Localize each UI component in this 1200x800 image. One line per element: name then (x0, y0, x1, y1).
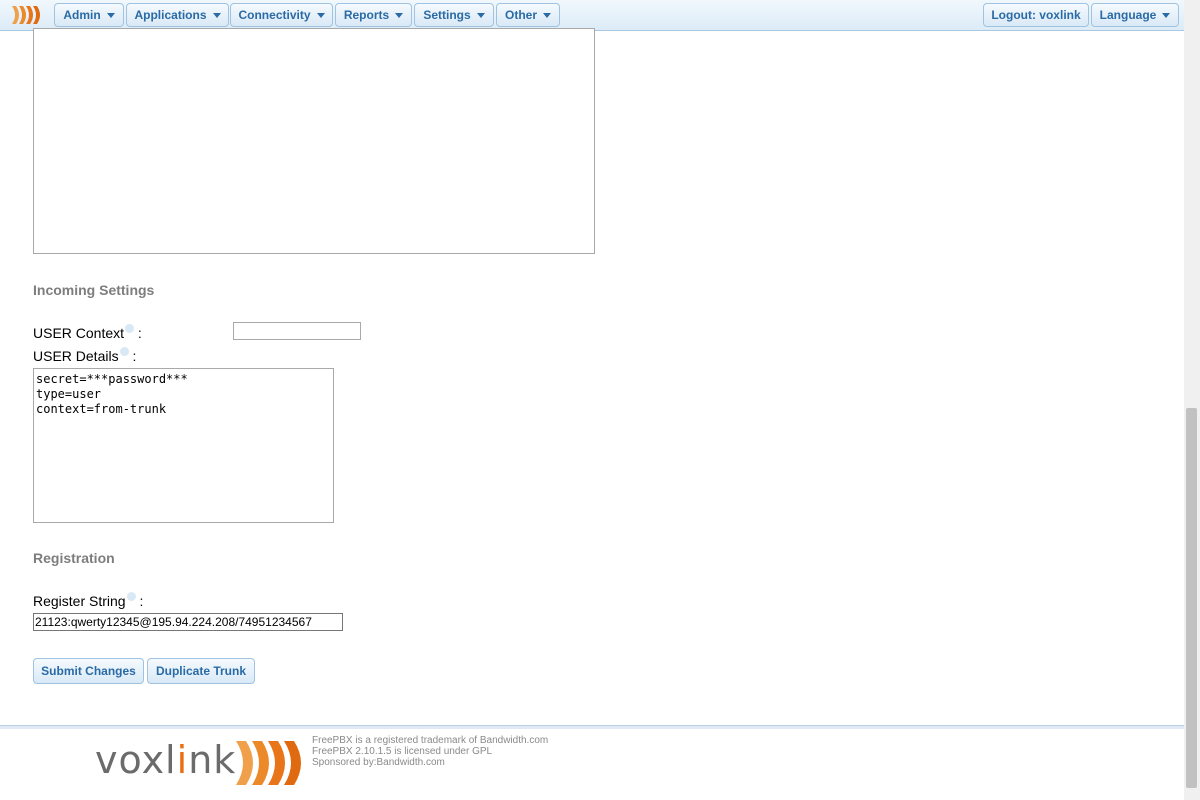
user-context-input[interactable] (233, 322, 361, 340)
chevron-down-icon (1162, 13, 1171, 19)
nav-connectivity-menu[interactable]: Connectivity (230, 3, 333, 27)
user-context-label: USER Context (33, 325, 125, 341)
voxlink-logo-mark-icon (236, 741, 301, 785)
register-string-label-row: Register String : (33, 592, 144, 609)
duplicate-trunk-button[interactable]: Duplicate Trunk (147, 658, 255, 684)
freepbx-logo-icon[interactable] (10, 4, 44, 26)
top-nav-bar: Admin Applications Connectivity Reports … (0, 0, 1184, 31)
language-label: Language (1099, 8, 1157, 22)
nav-applications-menu[interactable]: Applications (126, 3, 229, 27)
registration-heading: Registration (33, 550, 115, 566)
help-icon[interactable] (119, 347, 129, 356)
user-details-label-row: USER Details : (33, 347, 137, 364)
logout-label: Logout: voxlink (991, 8, 1081, 22)
trunk-details-textarea[interactable] (33, 28, 595, 254)
chevron-down-icon (543, 13, 551, 19)
nav-connectivity-label: Connectivity (238, 8, 311, 22)
chevron-down-icon (395, 13, 404, 19)
footer-line-1: FreePBX is a registered trademark of Ban… (312, 735, 549, 746)
nav-reports-menu[interactable]: Reports (335, 3, 412, 27)
nav-admin-menu[interactable]: Admin (54, 3, 124, 27)
brand-prefix: voxl (95, 738, 177, 782)
register-string-input[interactable]: 21123:qwerty12345@195.94.224.208/7495123… (33, 613, 343, 631)
voxlink-logo-text: voxlink (95, 738, 236, 782)
footer-info: FreePBX is a registered trademark of Ban… (312, 735, 548, 768)
brand-accent: i (176, 738, 189, 782)
chevron-down-icon (212, 13, 221, 19)
scrollbar-thumb[interactable] (1186, 408, 1197, 788)
user-context-label-row: USER Context : (33, 324, 142, 341)
nav-reports-label: Reports (343, 8, 390, 22)
logout-button[interactable]: Logout: voxlink (983, 3, 1089, 27)
footer-divider (0, 725, 1184, 729)
incoming-settings-heading: Incoming Settings (33, 282, 155, 298)
chevron-down-icon (106, 13, 115, 19)
user-details-label: USER Details (33, 348, 119, 364)
language-menu[interactable]: Language (1091, 3, 1179, 27)
brand-suffix: nk (188, 738, 237, 782)
footer-line-3: Sponsored by:Bandwidth.com (312, 757, 445, 768)
chevron-down-icon (476, 13, 485, 19)
nav-other-menu[interactable]: Other (496, 3, 560, 27)
register-string-label: Register String (33, 593, 126, 609)
footer-line-2: FreePBX 2.10.1.5 is licensed under GPL (312, 746, 493, 757)
user-details-textarea[interactable]: secret=***password*** type=user context=… (33, 368, 334, 523)
nav-applications-label: Applications (134, 8, 207, 22)
submit-changes-button[interactable]: Submit Changes (33, 658, 144, 684)
nav-other-label: Other (504, 8, 537, 22)
nav-admin-label: Admin (63, 8, 101, 22)
nav-settings-label: Settings (423, 8, 471, 22)
help-icon[interactable] (126, 592, 136, 601)
nav-settings-menu[interactable]: Settings (414, 3, 494, 27)
chevron-down-icon (316, 13, 325, 19)
help-icon[interactable] (125, 324, 135, 333)
